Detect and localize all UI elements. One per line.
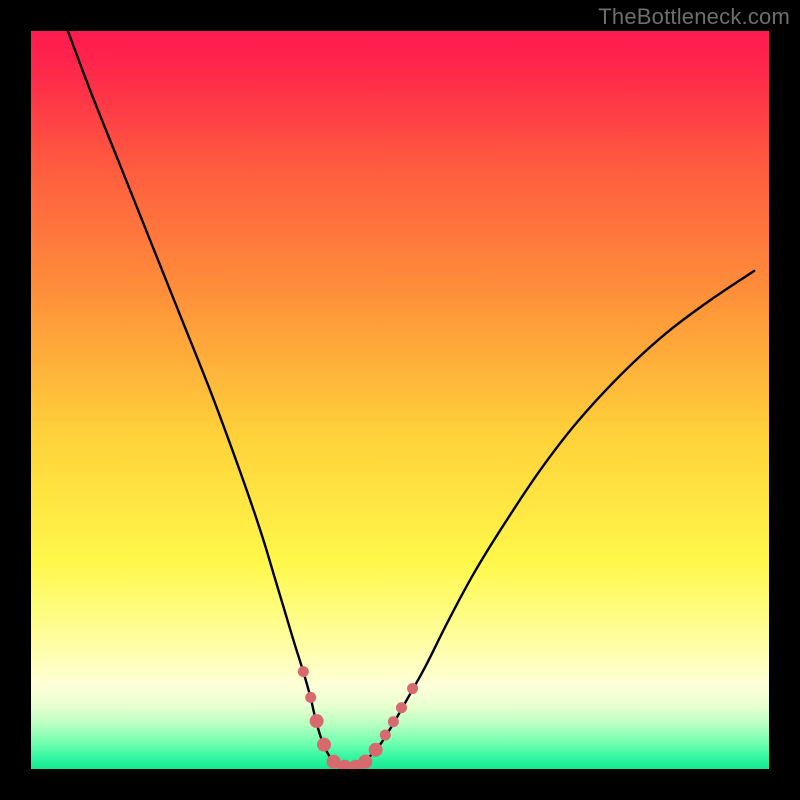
data-marker — [396, 702, 407, 713]
gradient-bg — [31, 31, 769, 769]
bottleneck-chart — [31, 31, 769, 769]
data-marker — [317, 738, 331, 752]
watermark-text: TheBottleneck.com — [598, 4, 790, 30]
data-marker — [310, 714, 324, 728]
data-marker — [380, 730, 391, 741]
data-marker — [305, 692, 316, 703]
data-marker — [298, 666, 309, 677]
data-marker — [388, 716, 399, 727]
data-marker — [358, 755, 372, 769]
chart-frame: TheBottleneck.com — [0, 0, 800, 800]
data-marker — [407, 683, 418, 694]
data-marker — [369, 743, 383, 757]
